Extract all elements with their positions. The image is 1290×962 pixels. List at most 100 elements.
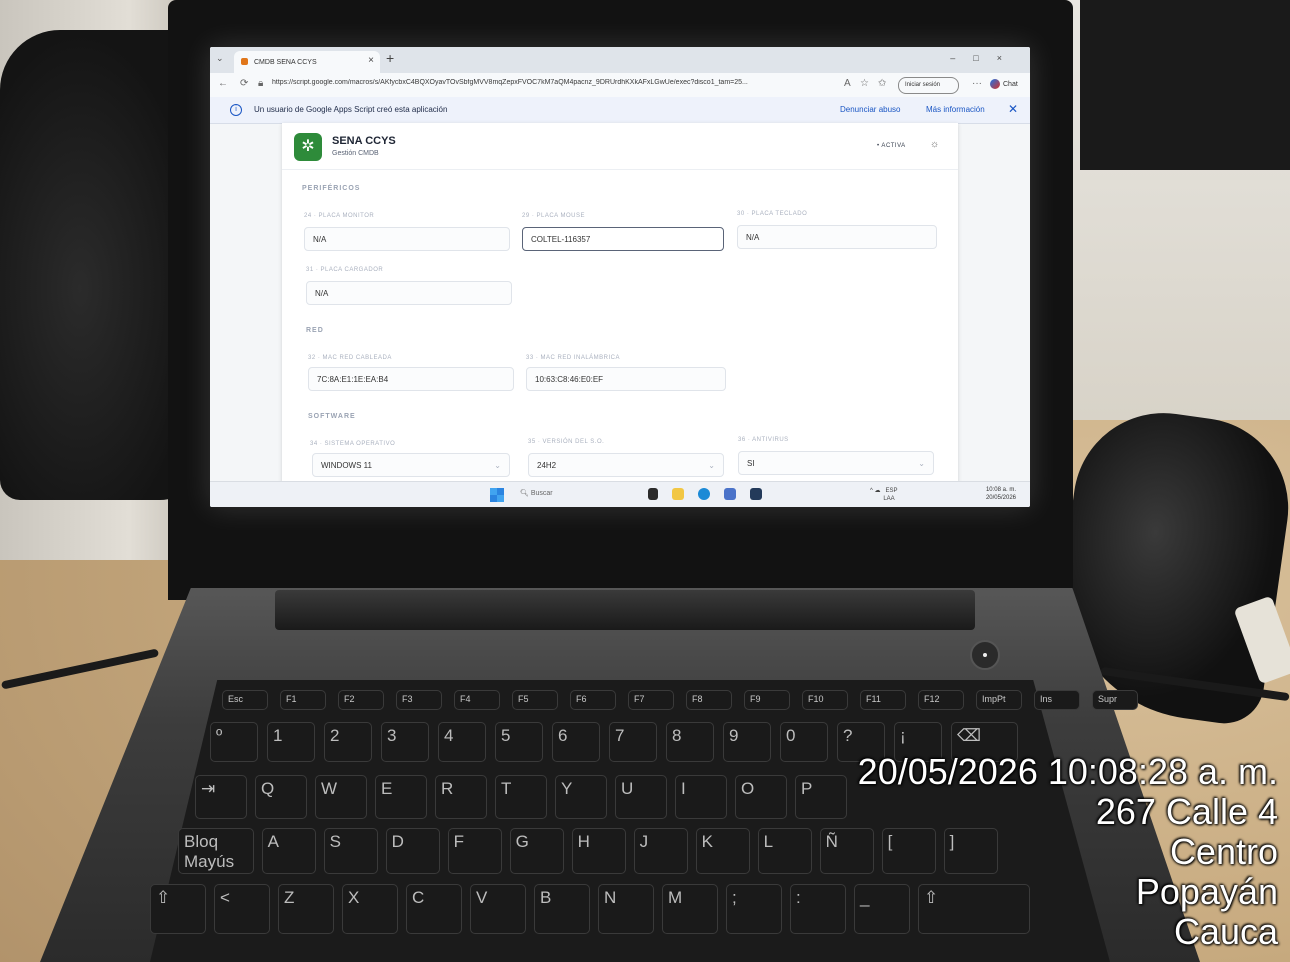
browser-tab[interactable]: CMDB SENA CCYS × [234, 51, 380, 73]
edge-icon[interactable] [698, 488, 710, 500]
key-a[interactable]: A [261, 828, 316, 874]
key-bloq-mayús[interactable]: Bloq Mayús [178, 828, 254, 874]
placa-cargador-field[interactable]: N/A [306, 281, 512, 305]
back-icon[interactable]: ← [218, 78, 228, 89]
power-button[interactable] [970, 640, 1000, 670]
key-q[interactable]: Q [255, 775, 307, 819]
key-r[interactable]: R [435, 775, 487, 819]
file-explorer-icon[interactable] [672, 488, 684, 500]
placa-teclado-field[interactable]: N/A [737, 225, 937, 249]
key-v[interactable]: V [470, 884, 526, 934]
key-w[interactable]: W [315, 775, 367, 819]
store-icon[interactable] [724, 488, 736, 500]
key-n[interactable]: N [598, 884, 654, 934]
key-8[interactable]: 8 [666, 722, 714, 762]
terminal-icon[interactable] [750, 488, 762, 500]
key-<[interactable]: < [214, 884, 270, 934]
key-f1[interactable]: F1 [280, 690, 326, 710]
windows-start-icon[interactable] [490, 488, 504, 502]
key-supr[interactable]: Supr [1092, 690, 1138, 710]
key-f10[interactable]: F10 [802, 690, 848, 710]
key-ins[interactable]: Ins [1034, 690, 1080, 710]
key-esc[interactable]: Esc [222, 690, 268, 710]
read-aloud-icon[interactable]: A [844, 78, 851, 89]
key-b[interactable]: B [534, 884, 590, 934]
key-6[interactable]: 6 [552, 722, 600, 762]
copilot-chat-button[interactable]: Chat [990, 79, 1018, 89]
key-imppt[interactable]: ImpPt [976, 690, 1022, 710]
antivirus-value: SI [747, 459, 755, 468]
version-so-select[interactable]: 24H2 ⌄ [528, 453, 724, 477]
key-f8[interactable]: F8 [686, 690, 732, 710]
url-field[interactable]: https://script.google.com/macros/s/AKfyc… [272, 79, 832, 86]
key-p[interactable]: P [795, 775, 847, 819]
key-4[interactable]: 4 [438, 722, 486, 762]
lock-icon[interactable]: 🔒︎ [258, 78, 263, 89]
key-z[interactable]: Z [278, 884, 334, 934]
favorites-bar-icon[interactable]: ✩ [878, 78, 886, 89]
key-d[interactable]: D [385, 828, 440, 874]
tab-actions-icon[interactable]: ⌄ [216, 53, 224, 64]
key-1[interactable]: 1 [267, 722, 315, 762]
key-f11[interactable]: F11 [860, 690, 906, 710]
key-f12[interactable]: F12 [918, 690, 964, 710]
key-c[interactable]: C [406, 884, 462, 934]
key-f7[interactable]: F7 [628, 690, 674, 710]
mac-cableada-field[interactable]: 7C:8A:E1:1E:EA:B4 [308, 367, 514, 391]
sistema-operativo-select[interactable]: WINDOWS 11 ⌄ [312, 453, 510, 477]
overlay-neighborhood: Centro [1169, 831, 1278, 872]
key-t[interactable]: T [495, 775, 547, 819]
key-f5[interactable]: F5 [512, 690, 558, 710]
key-m[interactable]: M [662, 884, 718, 934]
more-info-link[interactable]: Más información [926, 105, 985, 114]
key-f6[interactable]: F6 [570, 690, 616, 710]
key-;[interactable]: ; [726, 884, 782, 934]
key-⇧[interactable]: ⇧ [150, 884, 206, 934]
key-f[interactable]: F [447, 828, 502, 874]
key-:[interactable]: : [790, 884, 846, 934]
key-f2[interactable]: F2 [338, 690, 384, 710]
widgets-icon[interactable] [648, 488, 658, 500]
key-o[interactable]: O [735, 775, 787, 819]
system-tray[interactable]: ^ ☁ ESP LAA [870, 487, 898, 503]
key-3[interactable]: 3 [381, 722, 429, 762]
close-icon[interactable]: × [368, 55, 374, 66]
key-i[interactable]: I [675, 775, 727, 819]
key-2[interactable]: 2 [324, 722, 372, 762]
key-f9[interactable]: F9 [744, 690, 790, 710]
key-e[interactable]: E [375, 775, 427, 819]
key-u[interactable]: U [615, 775, 667, 819]
window-controls[interactable]: –□× [950, 53, 1020, 63]
key-f3[interactable]: F3 [396, 690, 442, 710]
placa-mouse-field[interactable]: COLTEL-116357 [522, 227, 724, 251]
placa-monitor-field[interactable]: N/A [304, 227, 510, 251]
taskbar-clock[interactable]: 10:08 a. m. 20/05/2026 [986, 486, 1016, 502]
close-icon[interactable]: ✕ [1008, 102, 1018, 116]
favorite-icon[interactable]: ☆ [860, 78, 869, 89]
key-h[interactable]: H [571, 828, 626, 874]
taskbar-search[interactable]: 🔍︎ Buscar [520, 489, 553, 497]
key-0[interactable]: 0 [780, 722, 828, 762]
antivirus-select[interactable]: SI ⌄ [738, 451, 934, 475]
refresh-icon[interactable]: ⟳ [240, 78, 248, 89]
key-l[interactable]: L [757, 828, 812, 874]
key-g[interactable]: G [509, 828, 564, 874]
mac-inalambrica-field[interactable]: 10:63:C8:46:E0:EF [526, 367, 726, 391]
key-s[interactable]: S [323, 828, 378, 874]
info-message: Un usuario de Google Apps Script creó es… [254, 105, 448, 114]
key-j[interactable]: J [633, 828, 688, 874]
key-f4[interactable]: F4 [454, 690, 500, 710]
more-icon[interactable]: ··· [972, 78, 982, 89]
key-y[interactable]: Y [555, 775, 607, 819]
key-5[interactable]: 5 [495, 722, 543, 762]
key-⇥[interactable]: ⇥ [195, 775, 247, 819]
key-9[interactable]: 9 [723, 722, 771, 762]
new-tab-button[interactable]: + [386, 50, 394, 66]
key-k[interactable]: K [695, 828, 750, 874]
report-abuse-link[interactable]: Denunciar abuso [840, 105, 900, 114]
key-x[interactable]: X [342, 884, 398, 934]
signin-button[interactable]: Iniciar sesión [898, 77, 960, 94]
key-º[interactable]: º [210, 722, 258, 762]
theme-toggle-icon[interactable]: ☼ [930, 139, 939, 150]
key-7[interactable]: 7 [609, 722, 657, 762]
